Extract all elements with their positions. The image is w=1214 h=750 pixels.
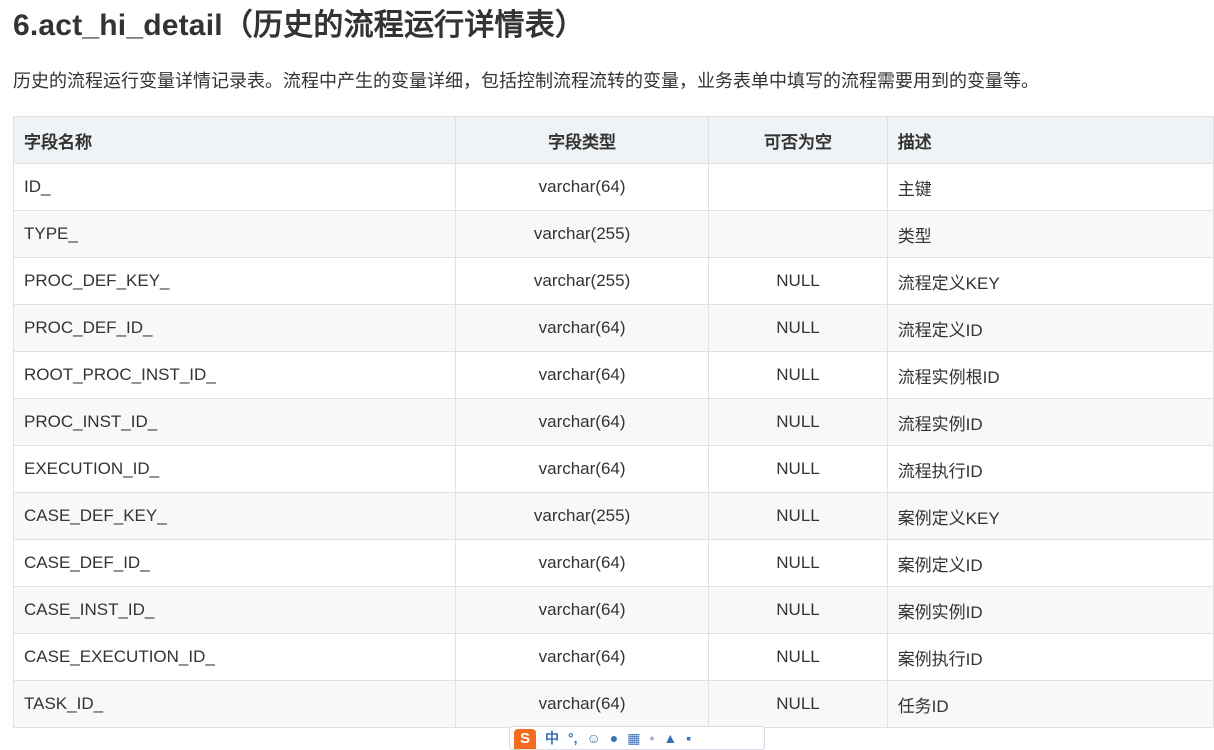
cell-field-name: EXECUTION_ID_ <box>13 445 456 493</box>
cell-field-name: TYPE_ <box>13 210 456 258</box>
cell-nullable: NULL <box>708 539 888 587</box>
cell-nullable <box>708 163 888 211</box>
cell-field-name: CASE_INST_ID_ <box>13 586 456 634</box>
cell-field-type: varchar(255) <box>454 257 710 305</box>
cell-field-name: PROC_DEF_KEY_ <box>13 257 456 305</box>
cell-field-type: varchar(64) <box>454 351 710 399</box>
cell-nullable: NULL <box>708 680 888 728</box>
table-header-row: 字段名称 字段类型 可否为空 描述 <box>13 116 1214 164</box>
cell-description: 案例执行ID <box>886 633 1214 681</box>
cell-description: 案例定义ID <box>886 539 1214 587</box>
table-row: ROOT_PROC_INST_ID_ varchar(64) NULL 流程实例… <box>13 351 1214 399</box>
cell-nullable: NULL <box>708 633 888 681</box>
column-header-field-type: 字段类型 <box>454 116 710 164</box>
cell-description: 案例定义KEY <box>886 492 1214 540</box>
table-row: TASK_ID_ varchar(64) NULL 任务ID <box>13 680 1214 728</box>
grid-icon[interactable]: ▪ <box>686 729 691 747</box>
cell-field-type: varchar(64) <box>454 680 710 728</box>
cell-field-name: PROC_DEF_ID_ <box>13 304 456 352</box>
page-description: 历史的流程运行变量详情记录表。流程中产生的变量详细，包括控制流程流转的变量，业务… <box>13 71 1039 91</box>
cell-field-name: CASE_EXECUTION_ID_ <box>13 633 456 681</box>
column-header-description: 描述 <box>886 116 1214 164</box>
cell-nullable: NULL <box>708 351 888 399</box>
keyboard-icon[interactable]: ▦ <box>627 729 640 747</box>
table-row: TYPE_ varchar(255) 类型 <box>13 210 1214 258</box>
table-row: ID_ varchar(64) 主键 <box>13 163 1214 211</box>
cell-field-name: TASK_ID_ <box>13 680 456 728</box>
cell-field-name: CASE_DEF_KEY_ <box>13 492 456 540</box>
cell-field-type: varchar(64) <box>454 398 710 446</box>
cell-description: 流程实例根ID <box>886 351 1214 399</box>
cell-field-type: varchar(64) <box>454 163 710 211</box>
cell-description: 流程执行ID <box>886 445 1214 493</box>
field-table: 字段名称 字段类型 可否为空 描述 ID_ varchar(64) 主键 TYP… <box>13 116 1214 728</box>
ime-toolbar[interactable]: S 中 °, ☺ ● ▦ • ▲ ▪ <box>509 726 765 750</box>
cell-description: 流程定义KEY <box>886 257 1214 305</box>
table-row: EXECUTION_ID_ varchar(64) NULL 流程执行ID <box>13 445 1214 493</box>
cell-description: 类型 <box>886 210 1214 258</box>
punctuation-icon[interactable]: °, <box>568 729 578 747</box>
cell-field-type: varchar(64) <box>454 445 710 493</box>
cell-field-name: ID_ <box>13 163 456 211</box>
cell-field-name: CASE_DEF_ID_ <box>13 539 456 587</box>
cell-nullable: NULL <box>708 257 888 305</box>
table-row: CASE_DEF_KEY_ varchar(255) NULL 案例定义KEY <box>13 492 1214 540</box>
table-row: CASE_DEF_ID_ varchar(64) NULL 案例定义ID <box>13 539 1214 587</box>
cell-nullable: NULL <box>708 304 888 352</box>
table-row: PROC_DEF_ID_ varchar(64) NULL 流程定义ID <box>13 304 1214 352</box>
shirt-icon[interactable]: ▲ <box>663 729 677 747</box>
cell-nullable: NULL <box>708 398 888 446</box>
cell-nullable <box>708 210 888 258</box>
cell-nullable: NULL <box>708 445 888 493</box>
column-header-field-name: 字段名称 <box>13 116 456 164</box>
cell-field-type: varchar(64) <box>454 586 710 634</box>
cell-field-type: varchar(64) <box>454 539 710 587</box>
table-row: PROC_INST_ID_ varchar(64) NULL 流程实例ID <box>13 398 1214 446</box>
table-row: CASE_EXECUTION_ID_ varchar(64) NULL 案例执行… <box>13 633 1214 681</box>
cell-field-type: varchar(255) <box>454 210 710 258</box>
cell-description: 任务ID <box>886 680 1214 728</box>
cell-field-type: varchar(255) <box>454 492 710 540</box>
cell-nullable: NULL <box>708 586 888 634</box>
cell-description: 流程定义ID <box>886 304 1214 352</box>
cell-description: 主键 <box>886 163 1214 211</box>
cell-field-type: varchar(64) <box>454 633 710 681</box>
page-title: 6.act_hi_detail（历史的流程运行详情表） <box>13 9 586 42</box>
cell-nullable: NULL <box>708 492 888 540</box>
cell-field-name: ROOT_PROC_INST_ID_ <box>13 351 456 399</box>
column-header-nullable: 可否为空 <box>708 116 888 164</box>
cell-description: 案例实例ID <box>886 586 1214 634</box>
dot-icon[interactable]: • <box>650 729 655 747</box>
cell-description: 流程实例ID <box>886 398 1214 446</box>
emoji-icon[interactable]: ☺ <box>587 729 601 747</box>
microphone-icon[interactable]: ● <box>610 729 618 747</box>
table-row: PROC_DEF_KEY_ varchar(255) NULL 流程定义KEY <box>13 257 1214 305</box>
ime-logo-icon[interactable]: S <box>514 729 536 749</box>
cell-field-type: varchar(64) <box>454 304 710 352</box>
table-row: CASE_INST_ID_ varchar(64) NULL 案例实例ID <box>13 586 1214 634</box>
ime-language-toggle[interactable]: 中 <box>545 729 559 747</box>
cell-field-name: PROC_INST_ID_ <box>13 398 456 446</box>
